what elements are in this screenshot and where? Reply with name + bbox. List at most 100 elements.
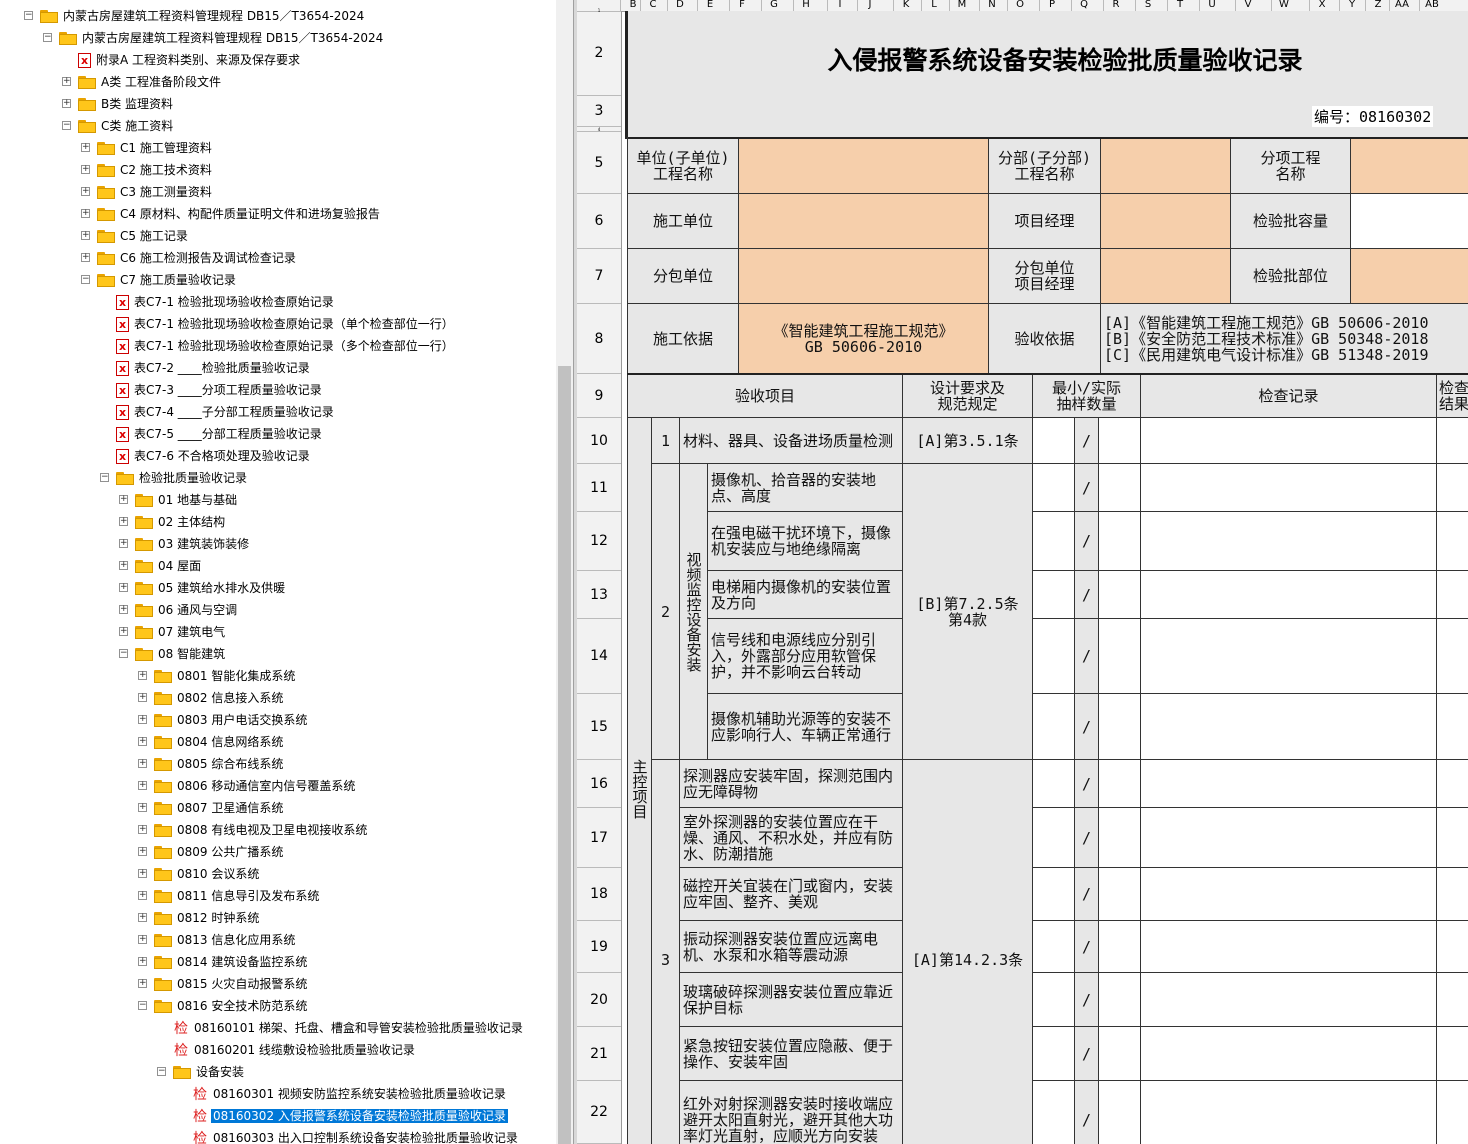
main-control-label[interactable]: 主控项目 [628, 418, 652, 1144]
tree-node[interactable]: 06 通风与空调 [135, 600, 239, 620]
row-header[interactable]: 9 [577, 374, 621, 418]
row-header[interactable]: 20 [577, 973, 621, 1027]
tree-node[interactable]: 内蒙古房屋建筑工程资料管理规程 DB15／T3654-2024 [40, 6, 366, 26]
accept-basis-value-cell[interactable]: [A]《智能建筑工程施工规范》GB 50606-2010 [B]《安全防范工程技… [1101, 304, 1468, 374]
tree-node[interactable]: 0807 卫星通信系统 [154, 798, 285, 818]
tree-node[interactable]: 0811 信息导引及发布系统 [154, 886, 321, 906]
tree-node[interactable]: 0814 建筑设备监控系统 [154, 952, 309, 972]
row-header[interactable]: 19 [577, 921, 621, 973]
tree-node[interactable]: C1 施工管理资料 [97, 138, 214, 158]
design-head-cell[interactable]: 设计要求及 规范规定 [903, 375, 1033, 418]
record-cell[interactable] [1141, 694, 1437, 760]
tree-node[interactable]: 03 建筑装饰装修 [135, 534, 251, 554]
column-header[interactable]: U [1199, 0, 1224, 11]
expand-toggle[interactable]: + [62, 77, 71, 86]
row-header[interactable]: 22 [577, 1081, 621, 1144]
sample-actual-cell[interactable]: / [1075, 694, 1099, 760]
collapse-toggle[interactable]: − [43, 33, 52, 42]
tree-node[interactable]: C类 施工资料 [78, 116, 175, 136]
tree-node[interactable]: 04 屋面 [135, 556, 203, 576]
unit-label-cell[interactable]: 单位(子单位) 工程名称 [628, 139, 739, 194]
sample-extra-cell[interactable] [1099, 418, 1141, 464]
column-header[interactable]: J [857, 0, 882, 11]
item-label-cell[interactable]: 分项工程 名称 [1231, 139, 1351, 194]
tree-node[interactable]: 检 08160101 梯架、托盘、槽盒和导管安装检验批质量验收记录 [173, 1018, 525, 1038]
record-cell[interactable] [1141, 973, 1437, 1027]
sample-actual-cell[interactable]: / [1075, 1081, 1099, 1144]
sub-pm-label-cell[interactable]: 分包单位 项目经理 [989, 249, 1101, 304]
tree-node[interactable]: x 表C7-2 ____检验批质量验收记录 [116, 358, 312, 378]
item-text-cell[interactable]: 摄像机、拾音器的安装地点、高度 [708, 464, 903, 512]
result-cell[interactable] [1437, 464, 1468, 512]
row-header[interactable]: 7 [577, 249, 621, 304]
item-no-cell[interactable]: 2 [652, 464, 680, 760]
location-value-cell[interactable] [1351, 249, 1468, 304]
column-header[interactable]: O [1007, 0, 1032, 11]
row-header[interactable]: 14 [577, 619, 621, 694]
capacity-label-cell[interactable]: 检验批容量 [1231, 194, 1351, 249]
result-cell[interactable] [1437, 868, 1468, 921]
subcontractor-value-cell[interactable] [739, 249, 989, 304]
tree-node[interactable]: 0810 会议系统 [154, 864, 261, 884]
row-header[interactable]: 5 [577, 132, 621, 194]
subdiv-label-cell[interactable]: 分部(子分部) 工程名称 [989, 139, 1101, 194]
item-text-cell[interactable]: 紧急按钮安装位置应隐蔽、便于操作、安装牢固 [680, 1027, 903, 1081]
expand-toggle[interactable]: + [138, 759, 147, 768]
sample-head-cell[interactable]: 最小/实际 抽样数量 [1033, 375, 1141, 418]
sample-actual-cell[interactable]: / [1075, 868, 1099, 921]
expand-toggle[interactable]: + [138, 979, 147, 988]
column-header[interactable]: V [1235, 0, 1260, 11]
item-text-cell[interactable]: 在强电磁干扰环境下，摄像机安装应与地绝缘隔离 [708, 512, 903, 571]
row-header[interactable]: 2 [577, 11, 621, 96]
sample-actual-cell[interactable]: / [1075, 418, 1099, 464]
accept-basis-label-cell[interactable]: 验收依据 [989, 304, 1101, 374]
tree-node[interactable]: 01 地基与基础 [135, 490, 239, 510]
collapse-toggle[interactable]: − [62, 121, 71, 130]
result-cell[interactable] [1437, 1081, 1468, 1144]
sample-min-cell[interactable] [1033, 921, 1075, 973]
sample-actual-cell[interactable]: / [1075, 464, 1099, 512]
record-cell[interactable] [1141, 808, 1437, 868]
tree-node[interactable]: C5 施工记录 [97, 226, 190, 246]
result-cell[interactable] [1437, 512, 1468, 571]
column-header[interactable]: Q [1071, 0, 1096, 11]
row-header[interactable]: 8 [577, 304, 621, 374]
expand-toggle[interactable]: + [138, 781, 147, 790]
sample-extra-cell[interactable] [1099, 464, 1141, 512]
record-cell[interactable] [1141, 1081, 1437, 1144]
column-header[interactable]: AA [1389, 0, 1414, 11]
column-header[interactable]: L [921, 0, 946, 11]
column-header[interactable]: Z [1365, 0, 1390, 11]
sample-extra-cell[interactable] [1099, 512, 1141, 571]
column-header[interactable]: C [640, 0, 665, 11]
sample-min-cell[interactable] [1033, 418, 1075, 464]
record-cell[interactable] [1141, 868, 1437, 921]
group-label-cell[interactable]: 视频监控设备安装 [680, 464, 708, 760]
sample-extra-cell[interactable] [1099, 1081, 1141, 1144]
sample-min-cell[interactable] [1033, 973, 1075, 1027]
tree-node[interactable]: C4 原材料、构配件质量证明文件和进场复验报告 [97, 204, 382, 224]
constructor-label-cell[interactable]: 施工单位 [628, 194, 739, 249]
result-cell[interactable] [1437, 921, 1468, 973]
sample-actual-cell[interactable]: / [1075, 619, 1099, 694]
column-header[interactable]: H [793, 0, 818, 11]
item-text-cell[interactable]: 磁控开关宜装在门或窗内，安装应牢固、整齐、美观 [680, 868, 903, 921]
tree-scrollbar-thumb[interactable] [558, 366, 571, 1144]
sample-actual-cell[interactable]: / [1075, 571, 1099, 619]
tree-node[interactable]: C6 施工检测报告及调试检查记录 [97, 248, 298, 268]
sample-actual-cell[interactable]: / [1075, 921, 1099, 973]
tree-node[interactable]: 检 08160303 出入口控制系统设备安装检验批质量验收记录 [192, 1128, 520, 1144]
tree-node[interactable]: x 表C7-5 ____分部工程质量验收记录 [116, 424, 324, 444]
record-cell[interactable] [1141, 760, 1437, 808]
sample-min-cell[interactable] [1033, 464, 1075, 512]
sample-actual-cell[interactable]: / [1075, 808, 1099, 868]
expand-toggle[interactable]: + [138, 957, 147, 966]
column-header[interactable]: R [1103, 0, 1128, 11]
tree-node[interactable]: 检 08160201 线缆敷设检验批质量验收记录 [173, 1040, 417, 1060]
sample-extra-cell[interactable] [1099, 694, 1141, 760]
tree-node[interactable]: x 表C7-6 不合格项处理及验收记录 [116, 446, 312, 466]
sample-extra-cell[interactable] [1099, 808, 1141, 868]
record-cell[interactable] [1141, 464, 1437, 512]
row-header[interactable]: 13 [577, 571, 621, 619]
column-header[interactable]: K [893, 0, 918, 11]
